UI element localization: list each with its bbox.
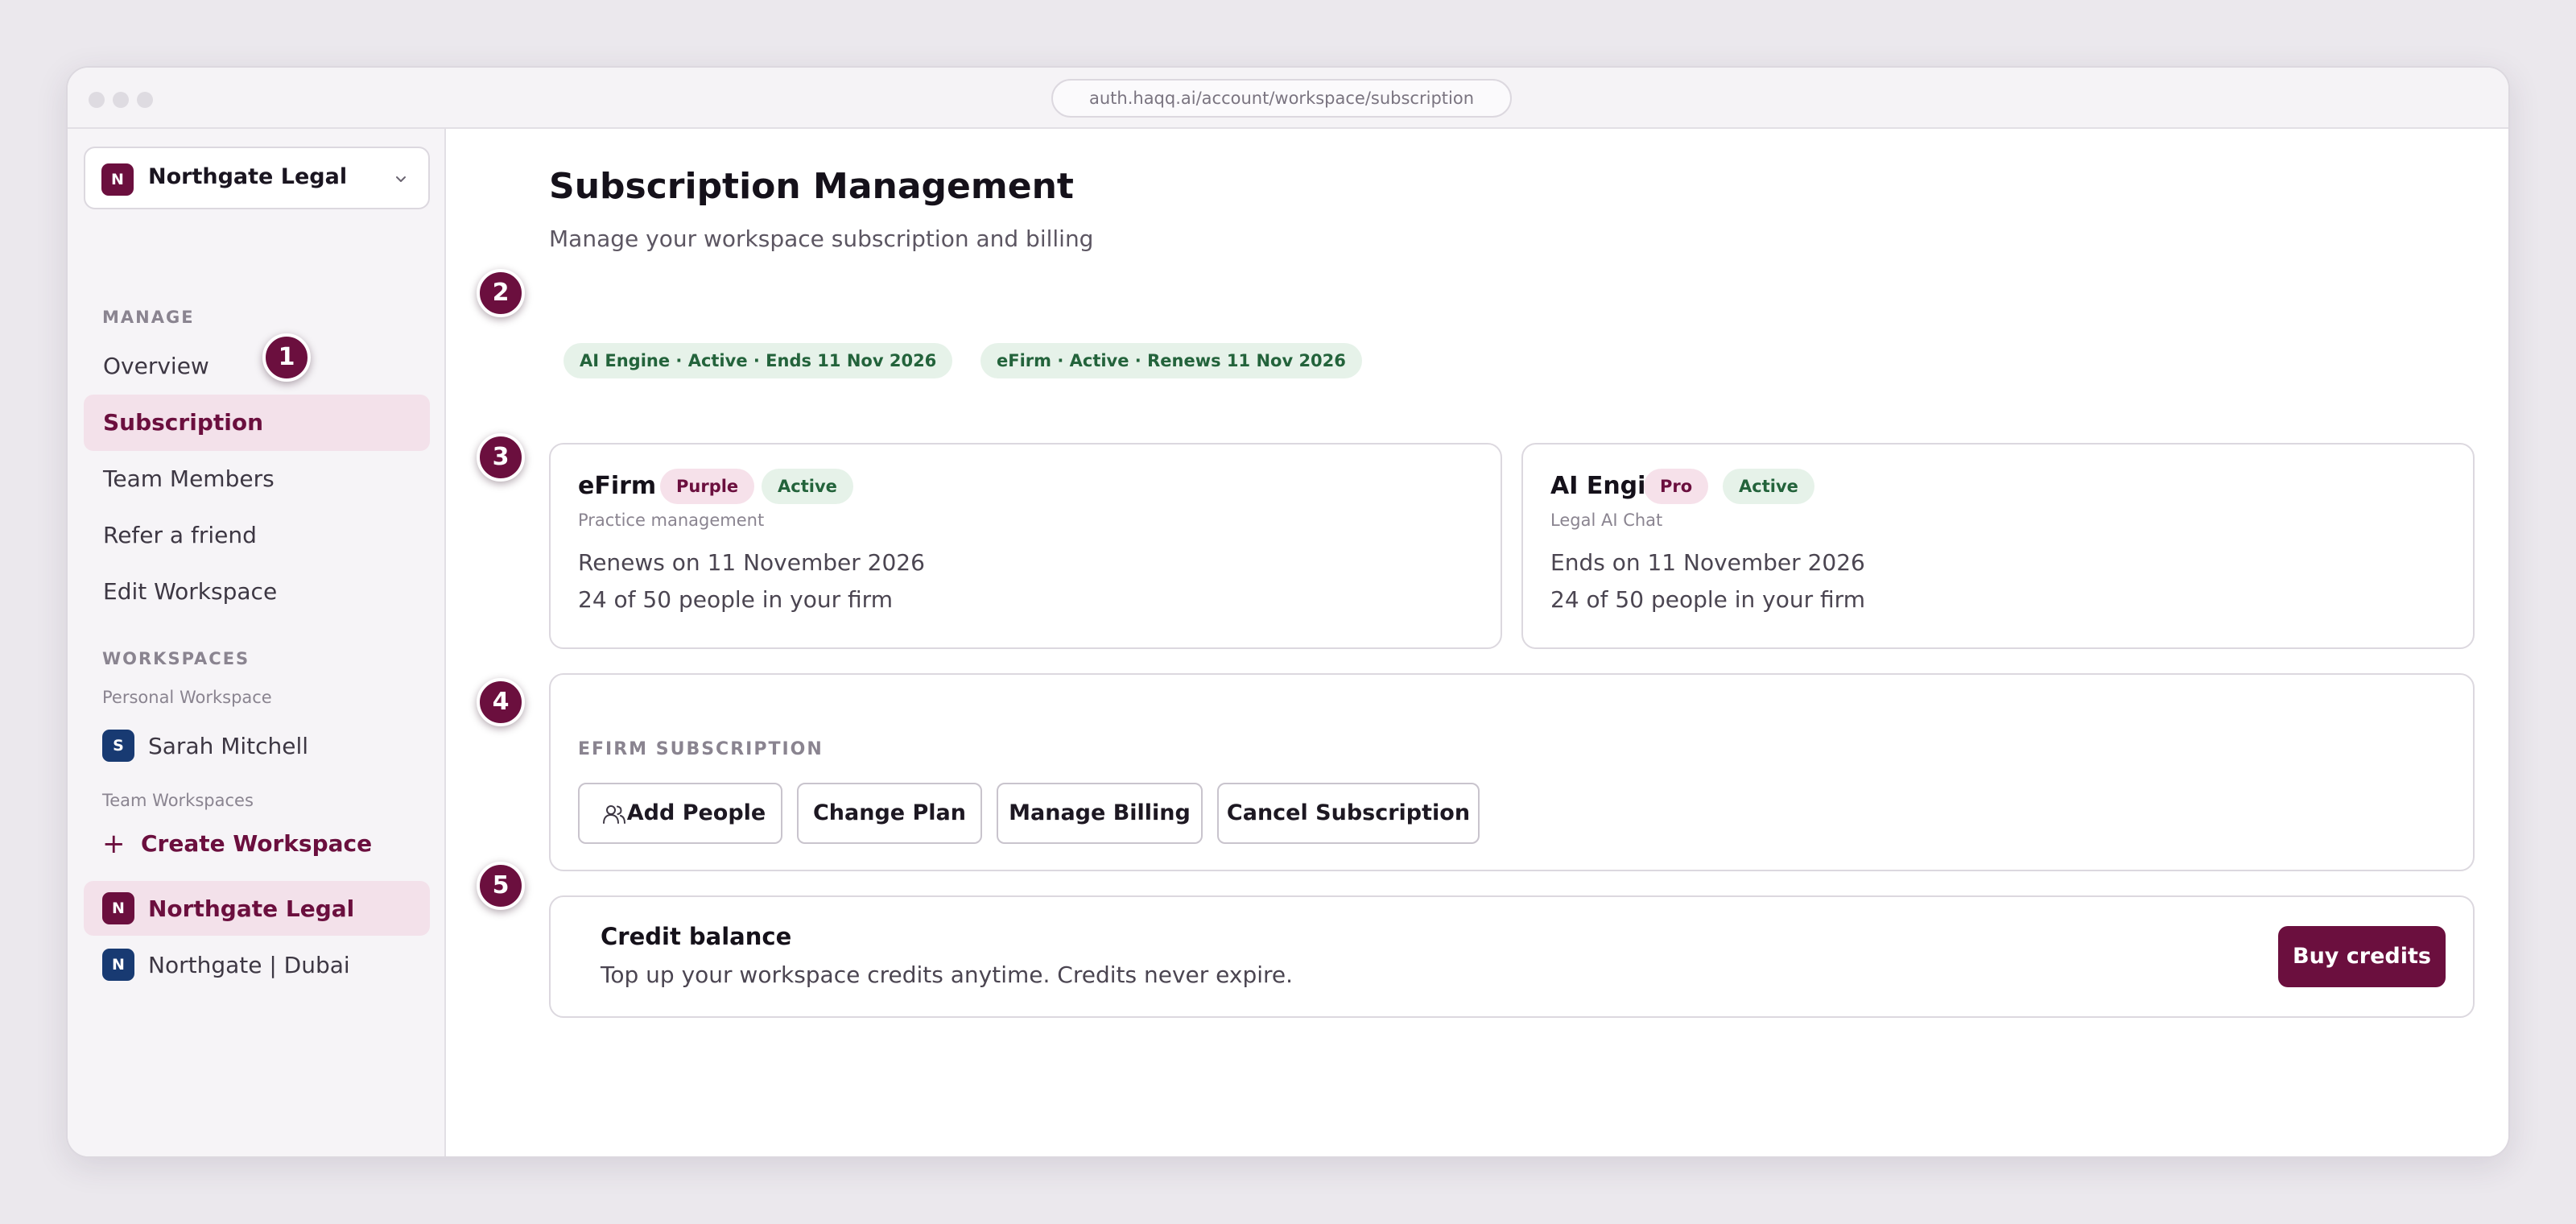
window-minimize-dot[interactable] (113, 92, 129, 108)
team-workspaces-label: Team Workspaces (102, 791, 254, 810)
efirm-product-card: eFirm Purple Active Practice management … (549, 443, 1502, 649)
workspace-item-northgate-dubai[interactable]: N Northgate | Dubai (84, 937, 430, 992)
renewal-date: Renews on 11 November 2026 (578, 549, 925, 576)
workspace-item-sarah-mitchell[interactable]: S Sarah Mitchell (84, 718, 430, 773)
product-category: Practice management (578, 511, 765, 530)
personal-workspace-label: Personal Workspace (102, 688, 272, 707)
workspace-item-northgate-legal[interactable]: N Northgate Legal (84, 881, 430, 936)
browser-window: auth.haqq.ai/account/workspace/subscript… (66, 66, 2510, 1158)
callout-marker-4: 4 (477, 678, 525, 726)
sidebar-item-subscription[interactable]: Subscription (84, 395, 430, 451)
plan-badge: Pro (1644, 469, 1709, 504)
plan-badge: Purple (660, 469, 755, 504)
sidebar-item-team-members[interactable]: Team Members (84, 451, 430, 507)
manage-billing-button[interactable]: Manage Billing (997, 783, 1203, 844)
buy-credits-button[interactable]: Buy credits (2278, 926, 2446, 987)
workspace-avatar: N (101, 163, 134, 196)
sidebar-item-overview[interactable]: Overview (84, 338, 430, 395)
ai-engine-product-card: AI Engine Pro Active Legal AI Chat Ends … (1521, 443, 2475, 649)
users-icon (603, 805, 625, 824)
product-name: eFirm (578, 472, 657, 500)
change-plan-button[interactable]: Change Plan (797, 783, 982, 844)
window-maximize-dot[interactable] (137, 92, 153, 108)
status-badge: Active (1723, 469, 1814, 504)
status-pill-efirm: eFirm · Active · Renews 11 Nov 2026 (980, 343, 1362, 378)
sidebar-item-edit-workspace[interactable]: Edit Workspace (84, 564, 430, 620)
workspace-selector[interactable]: N Northgate Legal (84, 147, 430, 209)
sidebar-item-refer-a-friend[interactable]: Refer a friend (84, 507, 430, 564)
workspace-selector-name: Northgate Legal (148, 164, 348, 189)
workspace-avatar: S (102, 730, 134, 762)
window-close-dot[interactable] (89, 92, 105, 108)
main-content: Subscription Management Manage your work… (446, 129, 2508, 1156)
callout-marker-3: 3 (477, 433, 525, 482)
status-badge: Active (762, 469, 853, 504)
credit-balance-card: Credit balance Top up your workspace cre… (549, 895, 2475, 1018)
end-date: Ends on 11 November 2026 (1550, 549, 1865, 576)
workspaces-section-label: WORKSPACES (102, 649, 250, 668)
create-workspace-label: Create Workspace (141, 830, 373, 857)
cancel-subscription-button[interactable]: Cancel Subscription (1217, 783, 1480, 844)
workspace-item-label: Northgate Legal (148, 895, 355, 922)
workspace-avatar: N (102, 949, 134, 981)
sidebar: N Northgate Legal MANAGE Overview Subscr… (68, 129, 446, 1156)
callout-marker-5: 5 (477, 862, 525, 910)
status-pill-ai-engine: AI Engine · Active · Ends 11 Nov 2026 (564, 343, 953, 378)
workspace-item-label: Northgate | Dubai (148, 952, 350, 978)
workspace-item-label: Sarah Mitchell (148, 733, 309, 759)
chevron-down-icon (396, 176, 406, 182)
efirm-subscription-actions-card: EFIRM SUBSCRIPTION Add People Change Pla… (549, 673, 2475, 871)
browser-titlebar: auth.haqq.ai/account/workspace/subscript… (68, 68, 2508, 129)
callout-marker-2: 2 (477, 269, 525, 317)
add-people-button[interactable]: Add People (578, 783, 782, 844)
callout-marker-1: 1 (262, 333, 311, 382)
plus-icon: + (102, 828, 126, 860)
seat-usage: 24 of 50 people in your firm (578, 586, 893, 613)
manage-section-label: MANAGE (102, 308, 195, 327)
credit-balance-title: Credit balance (601, 923, 792, 950)
seat-usage: 24 of 50 people in your firm (1550, 586, 1865, 613)
workspace-avatar: N (102, 892, 134, 924)
page-title: Subscription Management (549, 166, 1074, 207)
add-people-label: Add People (626, 800, 766, 825)
efirm-subscription-heading: EFIRM SUBSCRIPTION (578, 739, 824, 759)
credit-balance-description: Top up your workspace credits anytime. C… (601, 961, 1294, 988)
address-bar[interactable]: auth.haqq.ai/account/workspace/subscript… (1051, 79, 1512, 118)
page-subtitle: Manage your workspace subscription and b… (549, 225, 1094, 252)
product-category: Legal AI Chat (1550, 511, 1663, 530)
